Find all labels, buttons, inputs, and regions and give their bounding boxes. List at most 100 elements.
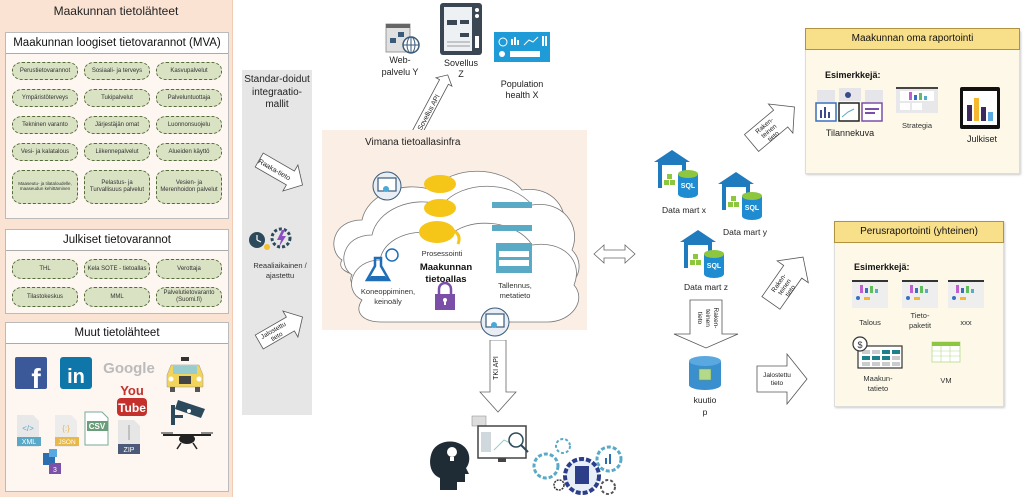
population-health-label-line2: health X [505,90,538,100]
other-sources-title: Muut tietolähteet [6,323,228,344]
csv-file-icon: CSV [84,411,109,446]
drone-icon [161,432,213,450]
mva-item[interactable]: Pelastus- ja Turvallisuus palvelut [84,170,150,204]
analytics-monitor-icon [471,415,529,462]
own-report-item-label: Strategia [902,121,933,130]
structured-data-down-arrow[interactable]: Raken- teinen tieto [672,298,742,350]
public-item[interactable]: Tilastokeskus [12,287,78,307]
situation-dashboard-icon[interactable] [815,88,883,122]
svg-text:XML: XML [22,439,37,446]
svg-text:{:}: {:} [62,424,70,433]
structured-data-arrow-top[interactable]: Raken- teinen tieto [735,90,810,160]
finance-report-icon[interactable] [852,280,888,308]
olap-cube-icon[interactable] [689,356,721,390]
svg-text:Jalostettu: Jalostettu [763,372,791,379]
public-item[interactable]: Kela SOTE - tietoallas [84,259,150,279]
structured-data-arrow-bottom[interactable]: Raken- teinen tieto [755,245,820,315]
tki-api-arrow[interactable]: TKI API [478,340,518,415]
storage-label-line1: Tallennus, [498,281,532,290]
xml-file-icon: </> XML [17,415,41,447]
own-reporting-examples-label: Esimerkkejä: [825,70,881,80]
data-marts-area: SQL Data mart x SQL Data mart y SQL Data… [654,150,768,292]
mva-item[interactable]: Sosiaali- ja terveys [84,62,150,80]
mva-item[interactable]: Liikennepalvelut [84,143,150,161]
mva-group: Maakunnan loogiset tietovarannot (MVA) P… [5,32,229,219]
refined-data-arrow[interactable]: Jalostettu tieto [252,304,310,355]
application-icon[interactable] [440,3,482,55]
lake-marts-double-arrow[interactable] [592,242,637,266]
mva-item[interactable]: Maaseutu- ja tilataloudelle, maaseudun k… [12,170,78,204]
linkedin-icon: in [60,357,92,389]
data-mart-y-icon[interactable]: SQL [718,172,762,220]
svg-text:Tube: Tube [118,401,146,415]
svg-text:ZIP: ZIP [124,447,135,454]
integration-title: Standar-doidut integraatio-mallit [244,74,310,110]
svg-text:CSV: CSV [89,422,106,431]
mva-grid: Perustietovarannot Sosiaali- ja terveys … [6,54,228,212]
zip-file-icon: ZIP [118,420,140,454]
application-label-line2: Z [458,69,464,79]
public-item[interactable]: Verottaja [156,259,222,279]
mva-title: Maakunnan loogiset tietovarannot (MVA) [6,33,228,54]
basic-reporting-items: Talous Tieto- paketit xxx $ Maakun- tati… [852,280,984,393]
basic-report-item-label: Talous [859,318,881,327]
mva-item[interactable]: Alueiden käyttö [156,143,222,161]
data-mart-x-icon[interactable]: SQL [654,150,698,198]
svg-text:tieto: tieto [771,380,784,387]
gear-lightning-icon [270,227,292,249]
sun-icon [264,244,270,250]
web-service-icon[interactable] [385,23,420,54]
svg-text:in: in [67,366,85,388]
tki-api-label: TKI API [493,356,500,380]
azure-data-icon: 3 [43,449,61,474]
mva-item[interactable]: Järjestäjän omat [84,116,150,134]
svg-text:</>: </> [22,424,34,433]
public-item[interactable]: MML [84,287,150,307]
regional-data-table-icon[interactable]: $ [852,336,903,369]
strategy-dashboard-icon[interactable] [896,87,938,113]
svg-text:SQL: SQL [681,183,696,190]
public-grid: THL Kela SOTE - tietoallas Verottaja Til… [6,251,228,315]
public-item[interactable]: THL [12,259,78,279]
data-lake-infra-title: Vimana tietoallasinfra [365,137,461,148]
data-lake-name-line1: Maakunnan [420,262,472,273]
facebook-icon: f [15,357,47,394]
schedule-label-line1: Reaaliaikainen / [253,261,307,270]
other-sources-icons: f in Google You Tube </> XML {:} JSON CS… [15,357,213,474]
data-sources-title: Maakunnan tietolähteet [53,4,179,18]
refined-data-arrow-right[interactable]: Jalostettu tieto [755,352,810,407]
mva-item[interactable]: Vesi- ja kalatalous [12,143,78,161]
info-package-report-icon[interactable] [902,280,938,308]
public-sources-group: Julkiset tietovarannot THL Kela SOTE - t… [5,229,229,314]
basic-report-item-label-line1: Maakun- [863,374,893,383]
mva-item[interactable]: Tukipalvelut [84,89,150,107]
svg-text:$: $ [857,340,862,350]
web-service-label-line1: Web- [389,55,410,65]
own-report-item-label: Tilannekuva [826,128,874,138]
data-mart-z-icon[interactable]: SQL [680,230,724,278]
mva-item[interactable]: Vesien- ja Merenhoidon palvelut [156,170,222,204]
xxx-report-icon[interactable] [948,280,984,308]
monitor-icon [372,171,402,201]
mva-item[interactable]: Palveluntuottaja [156,89,222,107]
raw-data-arrow[interactable]: Raaka-tieto [252,150,310,198]
mva-item[interactable]: Kasvupalvelut [156,62,222,80]
public-tablet-chart-icon[interactable] [960,87,1000,129]
json-file-icon: {:} JSON [55,415,79,447]
hadoop-elephant-icon [419,175,461,245]
own-reporting-title: Maakunnan oma raportointi [805,28,1020,50]
google-icon: Google [103,360,155,377]
mva-item[interactable]: Perustietovarannot [12,62,78,80]
svg-text:teinen: teinen [704,309,711,327]
mva-item[interactable]: Tekninen varanto [12,116,78,134]
svg-text:tieto: tieto [696,312,703,325]
svg-text:3: 3 [53,467,57,474]
mva-item[interactable]: Ympäristöterveys [12,89,78,107]
public-item[interactable]: Palvelutietovaranto (Suomi.fi) [156,287,222,307]
svg-text:JSON: JSON [58,439,76,446]
basic-report-item-label: xxx [960,318,972,327]
basic-reporting-examples-label: Esimerkkejä: [854,262,910,272]
vm-spreadsheet-icon[interactable] [931,341,961,363]
population-health-dashboard-icon[interactable] [494,32,550,62]
mva-item[interactable]: Luonnonsuojelu [156,116,222,134]
